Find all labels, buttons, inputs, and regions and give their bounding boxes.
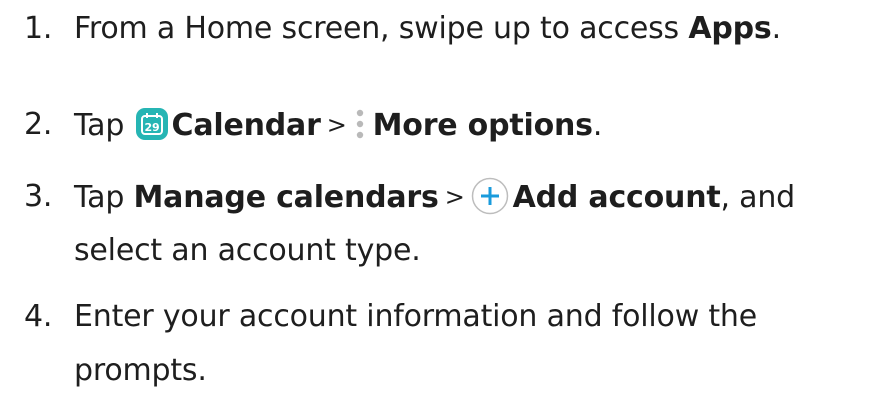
- step-text: Enter your account information and follo…: [74, 299, 758, 334]
- step-text: Tap Manage calendars > Add account, and: [74, 170, 868, 225]
- step-number: 3.: [24, 179, 53, 214]
- step-number: 2.: [24, 107, 53, 142]
- step-text: Tap 29 Calendar > More options.: [74, 98, 868, 153]
- manage-calendars-label: Manage calendars: [133, 180, 439, 215]
- calendar-label: Calendar: [171, 108, 321, 143]
- apps-label: Apps: [688, 11, 772, 46]
- calendar-icon: 29: [135, 108, 168, 140]
- separator-chevron: >: [444, 183, 465, 211]
- step-text: select an account type.: [74, 233, 421, 268]
- step-number: 4.: [24, 299, 53, 334]
- add-account-label: Add account: [512, 180, 721, 215]
- more-options-icon: [353, 105, 367, 139]
- step-text-plain: Tap: [74, 180, 134, 215]
- step-text-plain: From a Home screen, swipe up to access: [74, 11, 689, 46]
- instruction-steps: 1. From a Home screen, swipe up to acces…: [0, 0, 874, 394]
- calendar-icon-day: 29: [144, 121, 159, 134]
- step-text: prompts.: [74, 353, 207, 388]
- more-options-label: More options: [372, 108, 593, 143]
- step-text-plain: Tap: [74, 108, 134, 143]
- separator-chevron: >: [326, 111, 347, 139]
- add-icon: [471, 177, 509, 215]
- step-text: From a Home screen, swipe up to access A…: [74, 2, 868, 56]
- step-number: 1.: [24, 11, 53, 46]
- step-text-plain: .: [592, 108, 603, 143]
- step-text-plain: .: [771, 11, 782, 46]
- step-text-plain: , and: [720, 180, 796, 215]
